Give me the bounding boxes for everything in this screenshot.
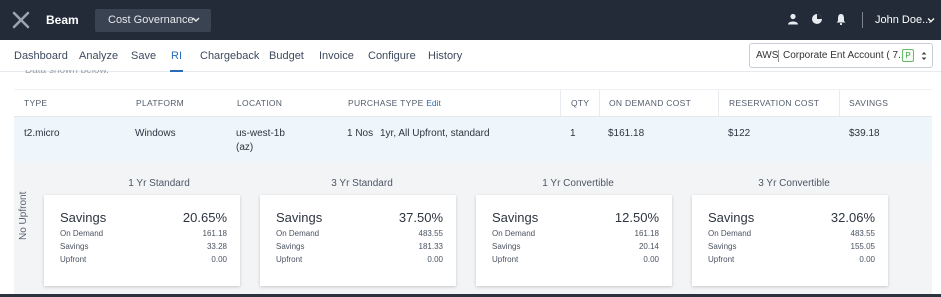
row-label-on-demand: On Demand: [708, 229, 752, 238]
cell-type: t2.micro: [24, 128, 60, 139]
payment-option-label: No Upfront: [18, 191, 29, 240]
row-label-on-demand: On Demand: [276, 229, 320, 238]
card-upfront-value: 0.00: [211, 255, 227, 264]
header-divider: [862, 12, 863, 28]
card-title: 1 Yr Standard: [128, 178, 190, 189]
col-location: LOCATION: [237, 98, 283, 108]
cell-savings: $39.18: [849, 128, 880, 139]
row-label-on-demand: On Demand: [492, 229, 536, 238]
beam-logo-icon[interactable]: [12, 11, 30, 29]
column-divider: [560, 90, 561, 118]
card-savings-label: Savings: [708, 210, 755, 225]
savings-card[interactable]: Savings 12.50% On Demand 161.18 Savings …: [476, 195, 672, 286]
card-savings-percent: 37.50%: [398, 210, 443, 225]
card-on-demand-value: 161.18: [202, 229, 227, 238]
account-name: Corporate Ent Account ( 7...: [783, 50, 907, 61]
card-savings-value: 20.14: [638, 242, 659, 251]
cell-on-demand: $161.18: [608, 128, 645, 139]
cell-location-sub: (az): [236, 142, 254, 153]
cell-qty: 1: [570, 128, 576, 139]
chevron-down-icon[interactable]: [927, 16, 935, 24]
col-purchase-type: PURCHASE TYPE Edit: [348, 98, 441, 108]
edit-link[interactable]: Edit: [426, 98, 441, 108]
row-label-upfront: Upfront: [60, 255, 87, 264]
col-purchase-type-label: PURCHASE TYPE: [348, 98, 424, 108]
tab-analyze[interactable]: Analyze: [79, 50, 118, 62]
col-savings: SAVINGS: [849, 98, 889, 108]
card-upfront-value: 0.00: [427, 255, 443, 264]
table-header: TYPE PLATFORM LOCATION PURCHASE TYPE Edi…: [14, 89, 932, 118]
column-divider: [599, 90, 600, 118]
col-qty: QTY: [571, 98, 590, 108]
tab-budget[interactable]: Budget: [269, 50, 304, 62]
column-divider: [839, 90, 840, 118]
card-savings-percent: 32.06%: [830, 210, 875, 225]
card-savings-percent: 20.65%: [182, 210, 227, 225]
top-header: Beam Cost Governance John Doe...: [0, 0, 941, 40]
bell-icon[interactable]: [835, 13, 847, 25]
table-row[interactable]: t2.micro Windows us-west-1b (az) 1 Nos 1…: [14, 117, 932, 163]
module-selector-label: Cost Governance: [108, 14, 194, 26]
card-savings-value: 181.33: [418, 242, 443, 251]
card-savings-percent: 12.50%: [614, 210, 659, 225]
card-savings-value: 33.28: [206, 242, 227, 251]
row-label-savings: Savings: [276, 242, 305, 251]
tab-ri[interactable]: RI: [171, 50, 182, 62]
account-badge: P: [902, 49, 914, 62]
savings-card[interactable]: Savings 20.65% On Demand 161.18 Savings …: [44, 195, 240, 286]
card-on-demand-value: 483.55: [418, 229, 443, 238]
user-menu[interactable]: John Doe...: [875, 14, 931, 26]
row-label-upfront: Upfront: [492, 255, 519, 264]
tab-save[interactable]: Save: [131, 50, 156, 62]
row-label-savings: Savings: [492, 242, 521, 251]
savings-card[interactable]: Savings 32.06% On Demand 483.55 Savings …: [692, 195, 888, 286]
card-upfront-value: 0.00: [643, 255, 659, 264]
card-title: 1 Yr Convertible: [542, 178, 614, 189]
card-title: 3 Yr Standard: [331, 178, 393, 189]
app-name: Beam: [46, 13, 79, 27]
savings-card[interactable]: Savings 37.50% On Demand 483.55 Savings …: [260, 195, 456, 286]
user-icon[interactable]: [787, 13, 799, 25]
col-on-demand: ON DEMAND COST: [609, 98, 692, 108]
card-on-demand-value: 161.18: [634, 229, 659, 238]
account-divider: [778, 50, 779, 62]
active-tab-indicator: [170, 70, 183, 72]
row-label-upfront: Upfront: [276, 255, 303, 264]
col-type: TYPE: [24, 98, 48, 108]
account-provider: AWS: [756, 50, 779, 61]
row-label-savings: Savings: [708, 242, 737, 251]
card-upfront-value: 0.00: [859, 255, 875, 264]
cell-reservation: $122: [728, 128, 751, 139]
tab-dashboard[interactable]: Dashboard: [14, 50, 68, 62]
col-platform: PLATFORM: [136, 98, 185, 108]
row-label-upfront: Upfront: [708, 255, 735, 264]
cell-location: us-west-1b: [236, 128, 285, 139]
tab-configure[interactable]: Configure: [368, 50, 416, 62]
column-divider: [718, 90, 719, 118]
card-savings-label: Savings: [276, 210, 323, 225]
card-title: 3 Yr Convertible: [758, 178, 830, 189]
col-reservation: RESERVATION COST: [729, 98, 820, 108]
updown-chevron-icon: [921, 52, 927, 60]
card-on-demand-value: 483.55: [850, 229, 875, 238]
pie-chart-icon[interactable]: [811, 13, 823, 25]
tab-invoice[interactable]: Invoice: [319, 50, 354, 62]
tab-history[interactable]: History: [428, 50, 462, 62]
cell-platform: Windows: [135, 128, 176, 139]
cell-purchase-qty: 1 Nos: [347, 128, 374, 139]
card-savings-value: 155.05: [850, 242, 875, 251]
tab-chargeback[interactable]: Chargeback: [200, 50, 259, 62]
chevron-down-icon: [192, 17, 200, 22]
row-label-on-demand: On Demand: [60, 229, 104, 238]
card-savings-label: Savings: [492, 210, 539, 225]
module-selector[interactable]: Cost Governance: [95, 9, 211, 32]
card-savings-label: Savings: [60, 210, 107, 225]
cell-purchase-desc: 1yr, All Upfront, standard: [380, 128, 490, 139]
row-label-savings: Savings: [60, 242, 89, 251]
account-selector[interactable]: AWS Corporate Ent Account ( 7... P: [749, 43, 933, 68]
